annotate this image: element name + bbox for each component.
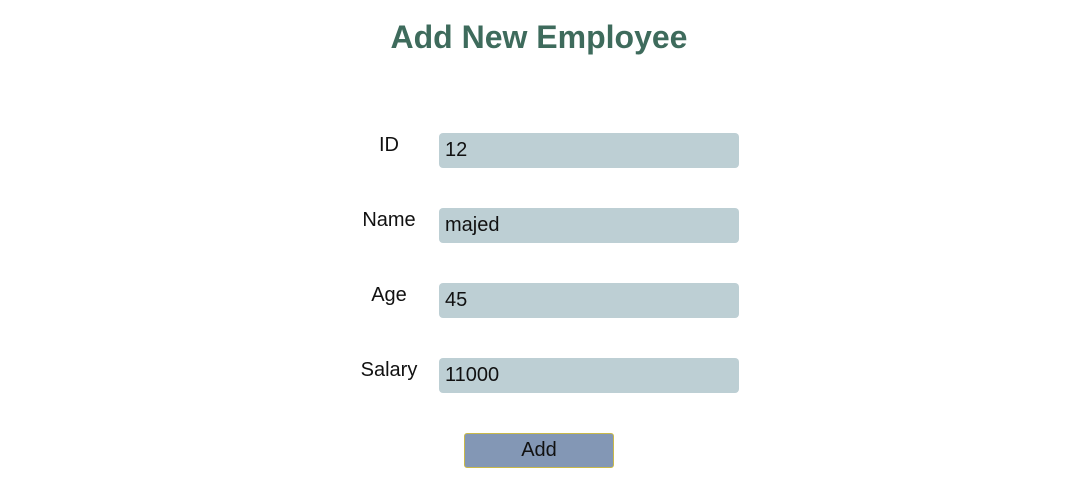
add-employee-page: Add New Employee ID Name Age Salary Add (0, 0, 1089, 489)
salary-label: Salary (360, 359, 418, 381)
page-title: Add New Employee (390, 19, 688, 55)
salary-field[interactable] (439, 358, 739, 393)
id-field[interactable] (439, 133, 739, 168)
age-field[interactable] (439, 283, 739, 318)
name-field[interactable] (439, 208, 739, 243)
name-label: Name (362, 209, 416, 231)
age-label: Age (371, 284, 407, 306)
add-button[interactable]: Add (464, 433, 614, 468)
id-label: ID (379, 134, 399, 156)
